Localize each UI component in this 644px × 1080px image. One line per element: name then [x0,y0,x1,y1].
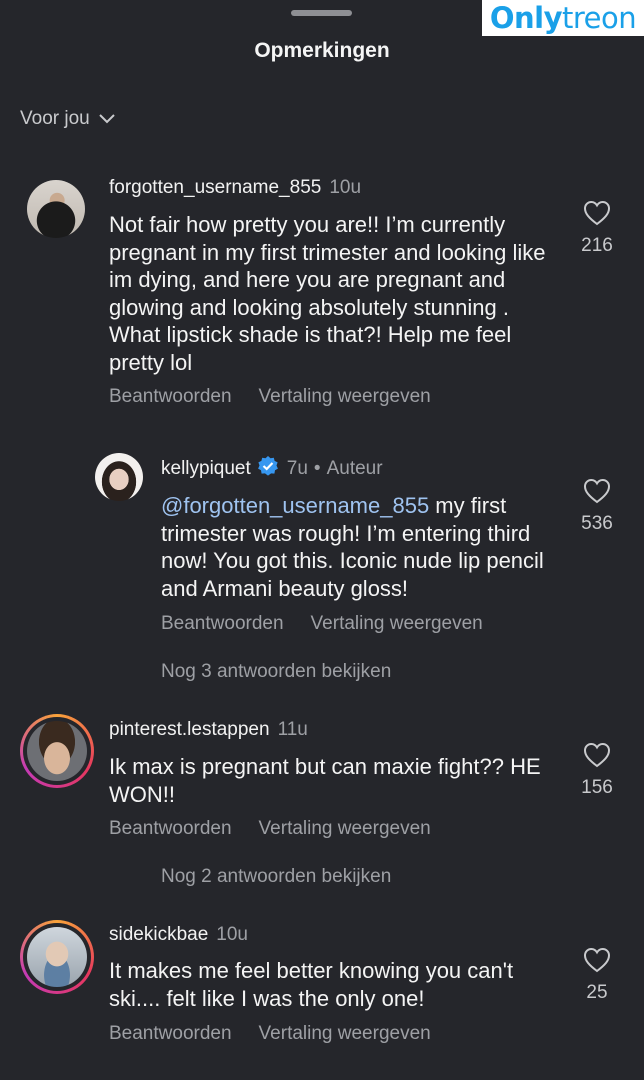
reply-button[interactable]: Beantwoorden [109,1023,232,1044]
view-more-replies-button[interactable]: Nog 2 antwoorden bekijken [161,866,391,888]
username[interactable]: kellypiquet [161,458,251,479]
comment-actions: Beantwoorden Vertaling weergeven [161,613,510,635]
username[interactable]: sidekickbae [109,924,208,945]
watermark-part-treon: treon [562,1,637,35]
page-title: Opmerkingen [254,39,390,62]
comment-text: Ik max is pregnant but can maxie fight??… [109,754,541,807]
watermark-part-only: Only [489,1,563,35]
heart-icon[interactable] [583,947,611,973]
comment-actions: Beantwoorden Vertaling weergeven [109,818,458,840]
avatar[interactable] [95,453,143,501]
separator-dot: • [313,458,321,479]
comment-text: Not fair how pretty you are!! I’m curren… [109,212,546,375]
heart-icon[interactable] [583,742,611,768]
comment-meta: pinterest.lestappen 11u [109,719,308,741]
comment-meta: kellypiquet 7u • Auteur [161,455,383,480]
drag-handle[interactable] [291,10,352,16]
like-control: 25 [567,947,627,1004]
like-control: 156 [567,742,627,799]
avatar[interactable] [27,180,85,238]
view-more-replies-button[interactable]: Nog 3 antwoorden bekijken [161,661,391,683]
like-count: 216 [581,235,613,256]
comment-actions: Beantwoorden Vertaling weergeven [109,386,458,408]
comment-text: It makes me feel better knowing you can'… [109,958,514,1011]
show-translation-button[interactable]: Vertaling weergeven [259,1023,431,1044]
like-control: 536 [567,478,627,535]
mention-link[interactable]: @forgotten_username_855 [161,493,429,518]
timestamp: 7u [286,458,308,479]
username[interactable]: pinterest.lestappen [109,719,270,740]
show-translation-button[interactable]: Vertaling weergeven [259,818,431,839]
heart-icon[interactable] [583,200,611,226]
timestamp: 10u [216,924,248,945]
reply-button[interactable]: Beantwoorden [109,818,232,839]
avatar[interactable] [27,721,87,781]
author-tag: Auteur [326,458,383,479]
show-translation-button[interactable]: Vertaling weergeven [259,386,431,407]
chevron-down-icon [99,114,115,124]
show-translation-button[interactable]: Vertaling weergeven [311,613,483,634]
timestamp: 11u [277,719,308,740]
avatar[interactable] [27,927,87,987]
timestamp: 10u [329,177,362,198]
heart-icon[interactable] [583,478,611,504]
comment-meta: forgotten_username_855 10u [109,177,361,199]
reply-button[interactable]: Beantwoorden [161,613,284,634]
like-count: 156 [581,777,613,798]
reply-button[interactable]: Beantwoorden [109,386,232,407]
comment-actions: Beantwoorden Vertaling weergeven [109,1023,458,1045]
like-count: 25 [586,982,608,1003]
comment-text: @forgotten_username_855 my first trimest… [161,492,561,602]
comment-meta: sidekickbae 10u [109,924,248,946]
like-count: 536 [581,513,613,534]
sort-filter-dropdown[interactable]: Voor jou [20,108,116,130]
username[interactable]: forgotten_username_855 [109,177,321,198]
sort-filter-label: Voor jou [20,108,90,129]
like-control: 216 [567,200,627,257]
verified-badge-icon [257,456,278,476]
watermark-logo: Only treon [482,0,644,36]
